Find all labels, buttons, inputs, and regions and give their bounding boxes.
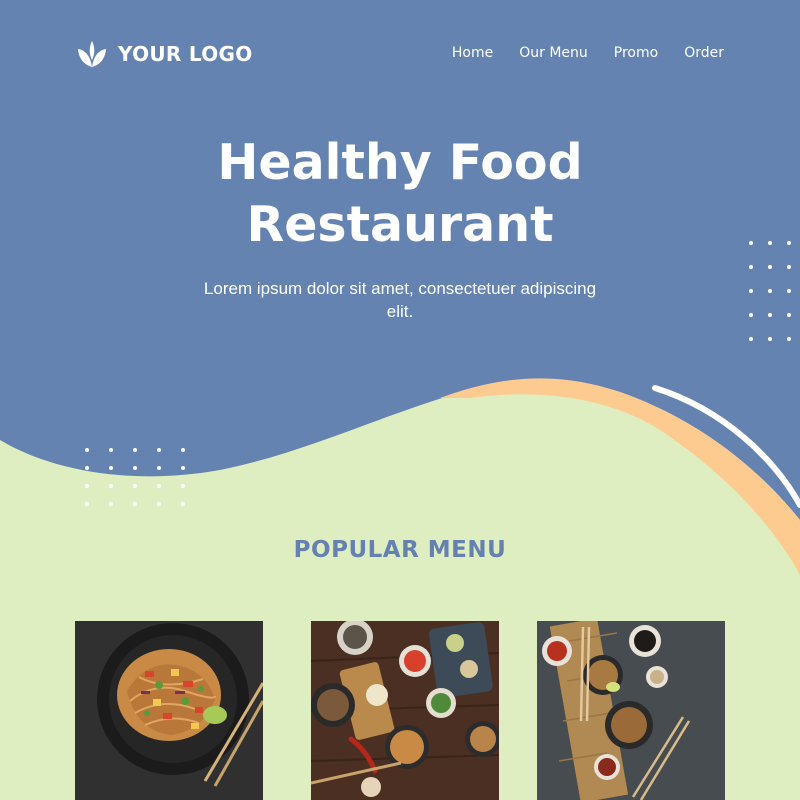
hero-title: Healthy Food Restaurant <box>0 132 800 256</box>
menu-card-3[interactable] <box>537 621 725 800</box>
hero-subtitle: Lorem ipsum dolor sit amet, consectetuer… <box>203 279 597 321</box>
hero: Healthy Food Restaurant Lorem ipsum dolo… <box>0 132 800 323</box>
hero-title-line1: Healthy Food <box>217 134 583 191</box>
leaf-icon <box>78 41 106 67</box>
section-title-popular-menu: POPULAR MENU <box>293 537 507 563</box>
logo-text: YOUR LOGO <box>118 42 253 66</box>
noodle-stir-fry-plate-image <box>75 621 263 800</box>
dot-pattern-right <box>749 241 791 341</box>
menu-card-2[interactable] <box>311 621 499 800</box>
nav-order[interactable]: Order <box>684 45 724 61</box>
hero-title-line2: Restaurant <box>246 196 554 253</box>
menu-card-1[interactable] <box>75 621 263 800</box>
nav-home[interactable]: Home <box>452 45 493 61</box>
logo[interactable]: YOUR LOGO <box>76 40 253 68</box>
main-nav: Home Our Menu Promo Order <box>452 45 724 61</box>
dot-pattern-left <box>85 448 185 506</box>
nav-our-menu[interactable]: Our Menu <box>519 45 588 61</box>
noodle-bowls-with-sauces-image <box>537 621 725 800</box>
asian-dishes-spread-image <box>311 621 499 800</box>
nav-promo[interactable]: Promo <box>614 45 658 61</box>
